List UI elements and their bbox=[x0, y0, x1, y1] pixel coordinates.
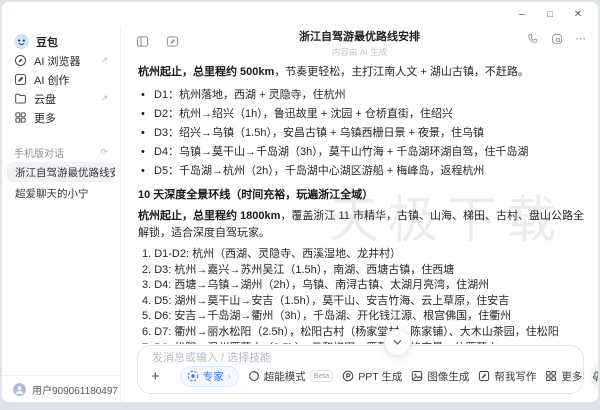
user-id: 用户909061180497 bbox=[32, 382, 118, 397]
sidebar-item-doubao[interactable]: 豆包 bbox=[2, 32, 120, 51]
image-icon bbox=[411, 370, 423, 382]
conversation-title-block: 浙江自驾游最优路线安排 内容由 AI 生成 bbox=[299, 28, 420, 58]
super-mode-button[interactable]: 超能模式 Beta bbox=[248, 369, 333, 384]
list-item: 4.D5: 湖州→莫干山→安吉（1.5h），莫干山、安吉竹海、云上草原，住安吉 bbox=[138, 294, 592, 310]
list-item: 6.D7: 衢州→丽水松阳（2.5h），松阳古村（杨家堂村、陈家铺）、大木山茶园… bbox=[138, 325, 592, 341]
message-input[interactable] bbox=[150, 351, 571, 365]
list-item: 2.D3: 杭州→嘉兴→苏州吴江（1.5h），南湖、西塘古镇，住西塘 bbox=[138, 263, 592, 279]
route-summary-5day: 杭州起止，总里程约 500km，节奏更轻松，主打江南人文 + 湖山古镇，不赶路。 bbox=[138, 64, 592, 81]
expert-sparkle-icon bbox=[187, 370, 199, 382]
expert-mode-button[interactable]: 专家 › bbox=[180, 366, 239, 387]
external-link-icon: ↗ bbox=[100, 56, 108, 65]
itinerary-5day-list: •D1：杭州落地，西湖 + 灵隐寺，住杭州 •D2：杭州→绍兴（1h），鲁迅故里… bbox=[138, 86, 592, 181]
list-item: 7.D8: 松阳→温州雁荡山（2.5h），云和梯田、雁荡山灵峰夜景，住雁荡山 bbox=[138, 341, 592, 344]
conversation-title: 浙江自驾游最优路线安排 bbox=[299, 28, 420, 44]
super-mode-icon bbox=[248, 370, 260, 382]
section-heading-10day: 10 天深度全景环线（时间充裕，玩遍浙江全域） bbox=[138, 188, 592, 203]
microphone-icon bbox=[591, 371, 599, 382]
sidebar-item-label: 云盘 bbox=[34, 91, 56, 107]
beta-badge: Beta bbox=[310, 370, 333, 382]
doubao-avatar bbox=[14, 34, 29, 49]
pencil-box-icon bbox=[14, 73, 27, 86]
more-skills-button[interactable]: 更多 bbox=[545, 369, 582, 384]
minimize-button[interactable]: ─ bbox=[508, 2, 536, 26]
sidebar-item-ai-creation[interactable]: AI 创作 bbox=[2, 70, 120, 89]
list-item: •D5：千岛湖→杭州（2h），千岛湖中心湖区游船 + 梅峰岛，返程杭州 bbox=[138, 162, 592, 181]
list-item: •D3：绍兴→乌镇（1.5h），安昌古镇 + 乌镇西栅日景 + 夜景，住乌镇 bbox=[138, 124, 592, 143]
more-options-icon[interactable]: ⋯ bbox=[575, 34, 586, 45]
sidebar-section-mobile-chats: 手机版对话 ⟳ bbox=[2, 143, 120, 161]
chevron-right-icon: › bbox=[228, 371, 231, 381]
voice-call-icon[interactable] bbox=[527, 33, 539, 45]
sync-icon[interactable]: ⟳ bbox=[100, 148, 108, 157]
sidebar-item-cloud-drive[interactable]: 云盘 ↗ bbox=[2, 89, 120, 108]
folder-icon bbox=[14, 92, 27, 105]
chat-history-item-active[interactable]: 浙江自驾游最优路线安... bbox=[7, 162, 115, 182]
grid-icon bbox=[545, 370, 557, 382]
ppt-icon bbox=[342, 370, 354, 382]
message-composer[interactable]: + 专家 › 超能模式 Beta bbox=[137, 345, 584, 394]
chat-history-item[interactable]: 超爱聊天的小宁 bbox=[7, 183, 115, 203]
sidebar: 豆包 AI 浏览器 ↗ AI 创作 bbox=[2, 26, 121, 402]
sidebar-item-label: AI 浏览器 bbox=[34, 53, 80, 69]
microphone-button[interactable] bbox=[591, 364, 599, 388]
help-write-button[interactable]: 帮我写作 bbox=[478, 369, 536, 384]
itinerary-10day-list: 1.D1-D2: 杭州（西湖、灵隐寺、西溪湿地、龙井村） 2.D3: 杭州→嘉兴… bbox=[138, 247, 592, 344]
new-chat-icon[interactable] bbox=[161, 31, 183, 51]
float-window-icon[interactable] bbox=[551, 33, 563, 45]
write-pencil-icon bbox=[478, 370, 490, 382]
composer-toolbar: + 专家 › 超能模式 Beta bbox=[149, 364, 575, 388]
sidebar-item-more[interactable]: 更多 bbox=[2, 108, 120, 127]
scroll-to-bottom-button[interactable] bbox=[384, 329, 411, 356]
sidebar-item-label: 豆包 bbox=[36, 34, 58, 50]
sidebar-item-label: AI 创作 bbox=[34, 72, 69, 88]
attach-plus-icon[interactable]: + bbox=[149, 369, 162, 384]
chevron-down-icon bbox=[392, 337, 403, 348]
compass-icon bbox=[14, 54, 27, 67]
app-window: ─ □ ✕ 豆包 AI 浏览器 ↗ bbox=[1, 1, 599, 403]
collapse-sidebar-icon[interactable] bbox=[131, 31, 153, 51]
user-avatar-icon bbox=[13, 383, 26, 396]
chat-title: 浙江自驾游最优路线安... bbox=[15, 165, 115, 180]
grid-icon bbox=[14, 111, 27, 124]
window-controls: ─ □ ✕ bbox=[508, 2, 592, 26]
ai-generated-note: 内容由 AI 生成 bbox=[299, 46, 420, 58]
ppt-generate-button[interactable]: PPT 生成 bbox=[342, 369, 402, 384]
sidebar-item-ai-browser[interactable]: AI 浏览器 ↗ bbox=[2, 51, 120, 70]
list-item: 3.D4: 西塘→乌镇→湖州（2h），乌镇、南浔古镇、太湖月亮湾，住湖州 bbox=[138, 278, 592, 294]
chat-header: 浙江自驾游最优路线安排 内容由 AI 生成 ⋯ bbox=[121, 26, 598, 60]
chat-title: 超爱聊天的小宁 bbox=[15, 186, 89, 201]
user-account[interactable]: 用户909061180497 bbox=[2, 375, 120, 402]
chat-panel: 浙江自驾游最优路线安排 内容由 AI 生成 ⋯ 天极下载 bbox=[121, 26, 598, 402]
titlebar: ─ □ ✕ bbox=[2, 2, 598, 26]
maximize-button[interactable]: □ bbox=[536, 2, 564, 26]
list-item: 1.D1-D2: 杭州（西湖、灵隐寺、西溪湿地、龙井村） bbox=[138, 247, 592, 263]
route-summary-10day: 杭州起止，总里程约 1800km，覆盖浙江 11 市精华，古镇、山海、梯田、古村… bbox=[138, 208, 592, 241]
list-item: •D1：杭州落地，西湖 + 灵隐寺，住杭州 bbox=[138, 86, 592, 105]
list-item: 5.D6: 安吉→千岛湖→衢州（3h），千岛湖、开化钱江源、根宫佛国，住衢州 bbox=[138, 309, 592, 325]
image-generate-button[interactable]: 图像生成 bbox=[411, 369, 469, 384]
section-title: 手机版对话 bbox=[14, 145, 64, 160]
close-button[interactable]: ✕ bbox=[564, 2, 592, 26]
assistant-message: 杭州起止，总里程约 500km，节奏更轻松，主打江南人文 + 湖山古镇，不赶路。… bbox=[138, 62, 592, 344]
list-item: •D2：杭州→绍兴（1h），鲁迅故里 + 沈园 + 仓桥直街，住绍兴 bbox=[138, 105, 592, 124]
sidebar-item-label: 更多 bbox=[34, 110, 56, 126]
external-link-icon: ↗ bbox=[100, 94, 108, 103]
list-item: •D4：乌镇→莫干山→千岛湖（3h），莫干山竹海 + 千岛湖环湖自驾，住千岛湖 bbox=[138, 143, 592, 162]
